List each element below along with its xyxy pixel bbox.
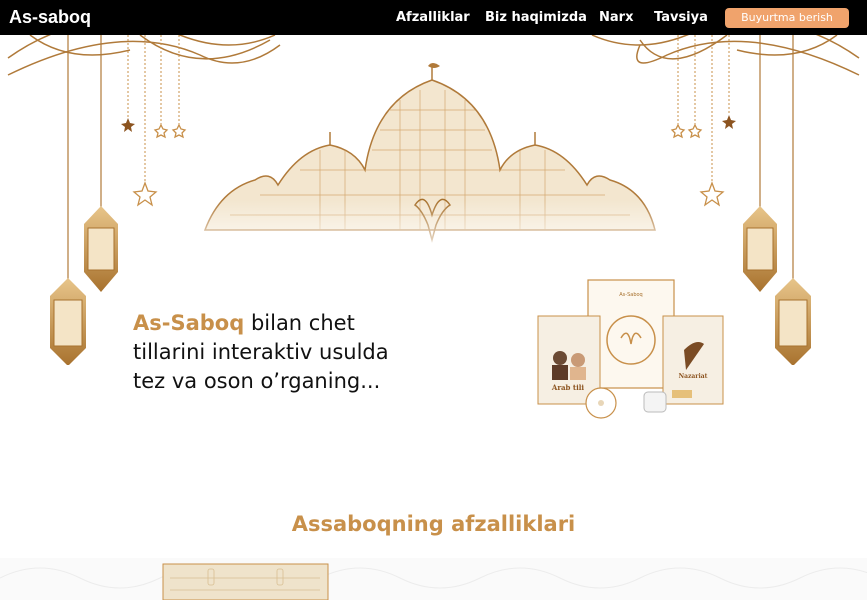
headline-line-2: tillarini interaktiv usulda bbox=[133, 340, 389, 364]
headline-part-1: bilan chet bbox=[244, 311, 355, 335]
hero-decoration bbox=[7, 35, 860, 365]
order-button[interactable]: Buyurtma berish bbox=[725, 8, 849, 28]
box-left-title: Arab tili bbox=[551, 383, 585, 392]
nav-link-tavsiya[interactable]: Tavsiya bbox=[654, 10, 708, 25]
headline-accent: As-Saboq bbox=[133, 311, 245, 335]
arch-ornament-right bbox=[591, 35, 860, 76]
top-navbar: As-saboq Afzalliklar Biz haqimizda Narx … bbox=[0, 0, 867, 35]
arch-ornament-left bbox=[7, 35, 281, 76]
bottom-pattern-strip bbox=[0, 558, 867, 600]
brand-logo-text[interactable]: As-saboq bbox=[9, 7, 91, 28]
product-package-image: As-Saboq Arab tili Nazariat bbox=[537, 279, 724, 419]
headline-line-3: tez va oson o’rganing... bbox=[133, 369, 381, 393]
box-brand: As-Saboq bbox=[619, 292, 642, 298]
lantern-icon bbox=[50, 35, 118, 365]
star-icon bbox=[121, 118, 135, 132]
lantern-icon bbox=[743, 35, 811, 365]
star-outline-icon bbox=[670, 123, 725, 207]
section-title: Assaboqning afzalliklari bbox=[291, 512, 576, 536]
star-outline-icon bbox=[132, 123, 187, 207]
hanging-stars-left bbox=[127, 35, 180, 182]
nav-link-afzalliklar[interactable]: Afzalliklar bbox=[396, 10, 470, 25]
box-right-title: Nazariat bbox=[679, 373, 708, 380]
nav-link-biz-haqimizda[interactable]: Biz haqimizda bbox=[485, 10, 587, 25]
star-icon bbox=[722, 115, 736, 129]
nav-link-narx[interactable]: Narx bbox=[599, 10, 633, 25]
mosque-illustration bbox=[200, 63, 660, 260]
hero-headline: As-Saboq bilan chet tillarini interaktiv … bbox=[133, 309, 433, 396]
